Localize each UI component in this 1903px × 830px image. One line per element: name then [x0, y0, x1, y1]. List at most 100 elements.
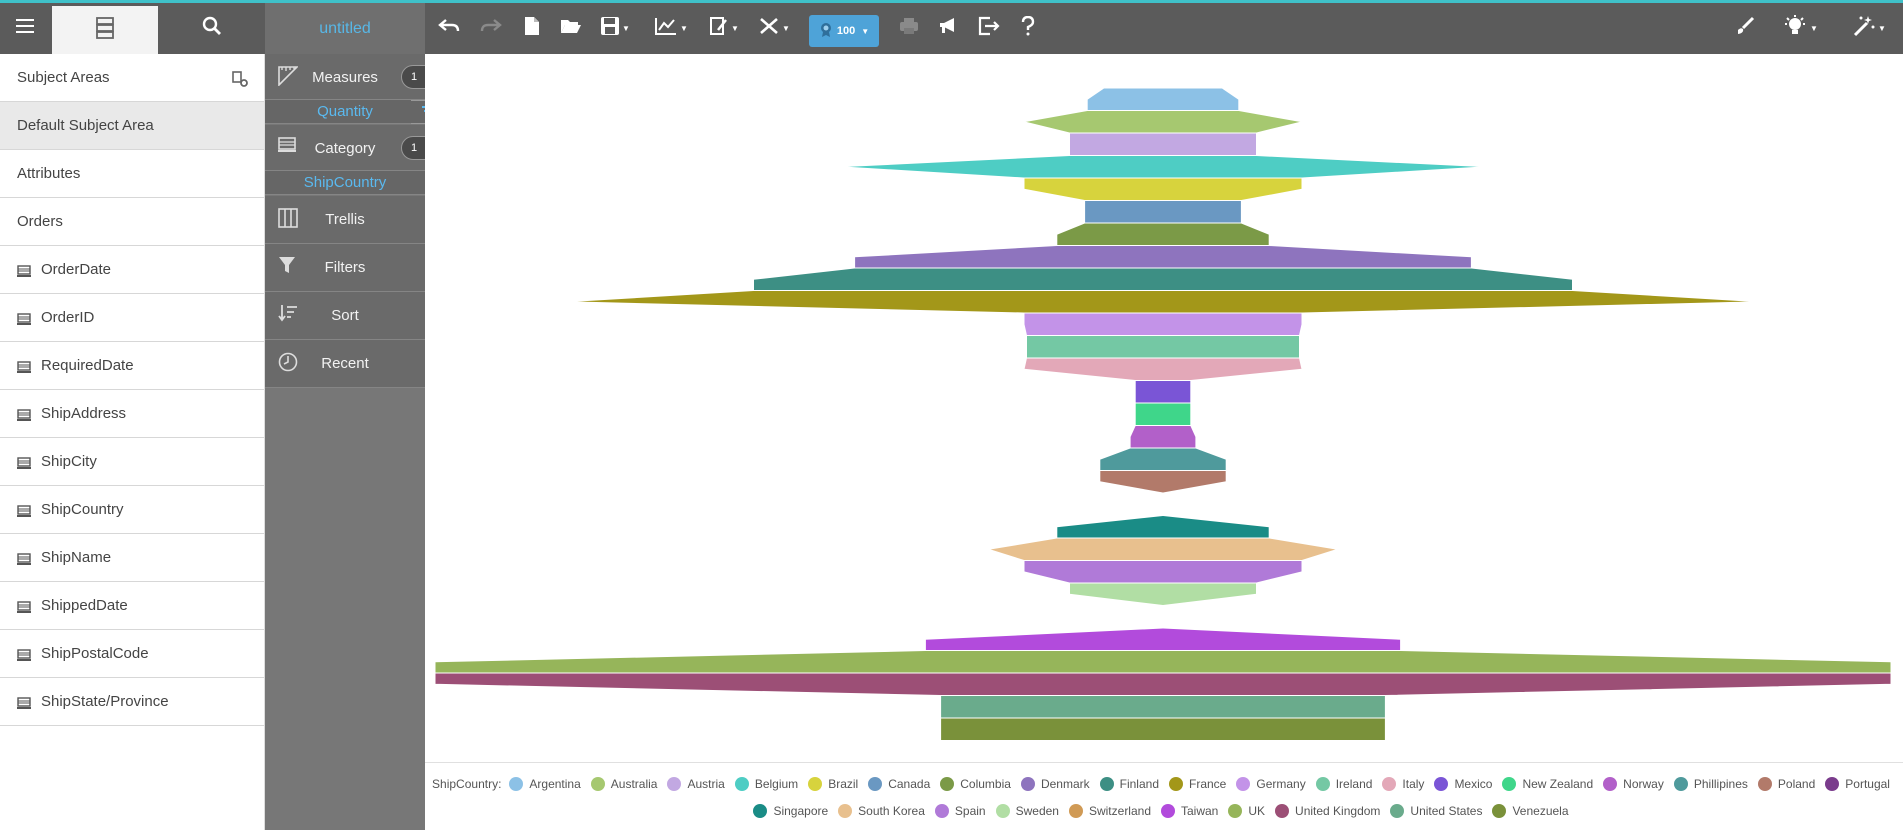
funnel-segment-venezuela[interactable]	[940, 717, 1386, 741]
legend-item[interactable]: Brazil	[808, 777, 858, 791]
legend-item[interactable]: Germany	[1236, 777, 1306, 791]
category-section[interactable]: Category 1	[265, 125, 427, 171]
save-button[interactable]: ▼	[597, 3, 633, 54]
insights-button[interactable]: ▼	[1778, 3, 1822, 54]
auto-chart-button[interactable]: ▼	[1848, 3, 1890, 54]
field-item[interactable]: ShipName	[0, 534, 264, 582]
funnel-segment-norway[interactable]	[1129, 425, 1197, 449]
field-item[interactable]: ShipAddress	[0, 390, 264, 438]
legend-item[interactable]: Norway	[1603, 777, 1664, 791]
funnel-segment-germany[interactable]	[1023, 312, 1303, 336]
measures-section[interactable]: Measures 1	[265, 54, 427, 100]
funnel-segment-france[interactable]	[566, 290, 1760, 314]
chart-type-button[interactable]: ▼	[651, 3, 691, 54]
funnel-segment-argentina[interactable]	[1086, 87, 1240, 111]
funnel-segment-ireland[interactable]	[1026, 335, 1300, 359]
funnel-segment-uk[interactable]	[434, 650, 1892, 674]
funnel-segment-australia[interactable]	[1023, 110, 1303, 134]
funnel-segment-sweden[interactable]	[1069, 582, 1257, 606]
chart-canvas[interactable]	[425, 54, 1903, 830]
legend-item[interactable]: UK	[1228, 804, 1265, 818]
legend-item[interactable]: Portugal	[1825, 777, 1890, 791]
field-item[interactable]: ShipCity	[0, 438, 264, 486]
funnel-segment-belgium[interactable]	[839, 155, 1487, 179]
legend-item[interactable]: Italy	[1382, 777, 1424, 791]
legend-item[interactable]: Denmark	[1020, 777, 1090, 791]
legend-item[interactable]: Poland	[1757, 777, 1815, 791]
funnel-segment-canada[interactable]	[1084, 200, 1242, 224]
legend-item[interactable]: South Korea	[838, 804, 925, 818]
legend-item[interactable]: Mexico	[1434, 777, 1492, 791]
measure-field-quantity[interactable]: Quantity	[265, 100, 447, 124]
print-button[interactable]	[896, 3, 922, 54]
legend-item[interactable]: Taiwan	[1161, 804, 1218, 818]
legend-item[interactable]: France	[1169, 777, 1226, 791]
legend-item[interactable]: Singapore	[753, 804, 828, 818]
redo-button[interactable]	[476, 3, 506, 54]
funnel-segment-mexico[interactable]	[1134, 380, 1192, 404]
new-document-button[interactable]	[520, 3, 544, 54]
funnel-segment-united-states[interactable]	[940, 695, 1386, 719]
legend-item[interactable]: Austria	[667, 777, 725, 791]
funnel-segment-phillipines[interactable]	[1099, 447, 1227, 471]
format-button[interactable]: ▼	[706, 3, 742, 54]
document-title[interactable]: untitled	[265, 3, 425, 54]
sort-section[interactable]: Sort	[265, 292, 425, 340]
legend-item[interactable]: Phillipines	[1673, 777, 1748, 791]
recent-section[interactable]: Recent	[265, 340, 425, 388]
legend-item[interactable]: United States	[1390, 804, 1482, 818]
help-button[interactable]	[1016, 3, 1040, 54]
subject-area-settings-icon[interactable]	[232, 71, 248, 91]
tree-node[interactable]: Default Subject Area	[0, 102, 264, 150]
menu-button[interactable]	[0, 3, 50, 54]
field-item[interactable]: ShippedDate	[0, 582, 264, 630]
tools-button[interactable]: ▼	[755, 3, 793, 54]
field-item[interactable]: RequiredDate	[0, 342, 264, 390]
funnel-segment-poland[interactable]	[1099, 470, 1227, 494]
export-button[interactable]	[975, 3, 1003, 54]
filters-section[interactable]: Filters	[265, 244, 425, 292]
share-button[interactable]	[935, 3, 963, 54]
undo-button[interactable]	[434, 3, 464, 54]
funnel-segment-new-zealand[interactable]	[1134, 402, 1192, 426]
legend-item[interactable]: United Kingdom	[1275, 804, 1380, 818]
style-button[interactable]	[1730, 3, 1760, 54]
trellis-section[interactable]: Trellis	[265, 196, 425, 244]
legend-item[interactable]: Finland	[1099, 777, 1159, 791]
funnel-segment-south-korea[interactable]	[988, 537, 1338, 561]
funnel-segment-italy[interactable]	[1023, 357, 1303, 381]
legend-item[interactable]: Switzerland	[1068, 804, 1151, 818]
field-item[interactable]: ShipCountry	[0, 486, 264, 534]
category-field-shipcountry[interactable]: ShipCountry	[265, 171, 425, 195]
field-item[interactable]: OrderDate	[0, 246, 264, 294]
funnel-segment-spain[interactable]	[1023, 560, 1303, 584]
legend-item[interactable]: Argentina	[509, 777, 581, 791]
tree-node[interactable]: Attributes	[0, 150, 264, 198]
funnel-chart[interactable]	[425, 54, 1903, 762]
funnel-segment-austria[interactable]	[1069, 132, 1257, 156]
legend-item[interactable]: Ireland	[1315, 777, 1372, 791]
funnel-segment-denmark[interactable]	[854, 245, 1472, 269]
funnel-segment-taiwan[interactable]	[924, 627, 1402, 651]
legend-item[interactable]: Australia	[590, 777, 657, 791]
legend-item[interactable]: Canada	[868, 777, 930, 791]
tree-node[interactable]: Orders	[0, 198, 264, 246]
field-item[interactable]: ShipState/Province	[0, 678, 264, 726]
funnel-segment-united-kingdom[interactable]	[434, 672, 1892, 696]
browse-data-tab[interactable]	[52, 6, 158, 54]
funnel-segment-finland[interactable]	[753, 267, 1573, 291]
legend-item[interactable]: Columbia	[940, 777, 1011, 791]
field-item[interactable]: OrderID	[0, 294, 264, 342]
legend-item[interactable]: Spain	[934, 804, 986, 818]
funnel-segment-brazil[interactable]	[1023, 177, 1303, 201]
open-button[interactable]	[558, 3, 584, 54]
search-tab[interactable]	[158, 3, 265, 54]
row-limit-button[interactable]: 100 ▼	[809, 15, 879, 47]
legend-item[interactable]: New Zealand	[1502, 777, 1593, 791]
legend-item[interactable]: Belgium	[734, 777, 798, 791]
field-item[interactable]: ShipPostalCode	[0, 630, 264, 678]
funnel-segment-columbia[interactable]	[1056, 222, 1270, 246]
legend-item[interactable]: Sweden	[995, 804, 1059, 818]
legend-item[interactable]: Venezuela	[1492, 804, 1569, 818]
funnel-segment-singapore[interactable]	[1056, 515, 1270, 539]
